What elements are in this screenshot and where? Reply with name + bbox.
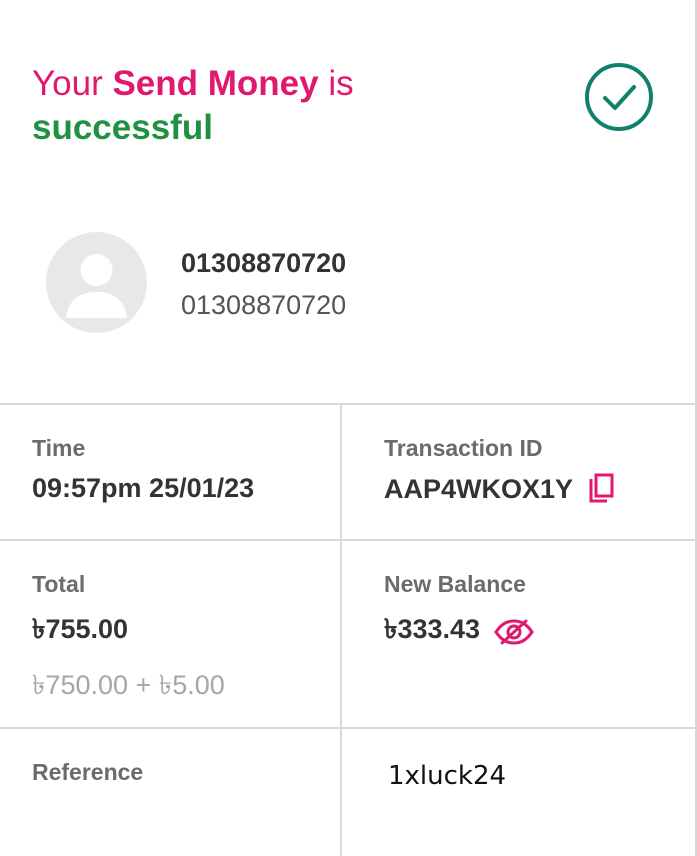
total-value-text: ৳755.00: [32, 614, 129, 644]
headline-prefix: Your: [32, 64, 113, 103]
reference-value-cell: 1xluck24: [342, 729, 695, 856]
send-money-receipt: Your Send Money is successful 0130887072…: [0, 0, 697, 856]
headline-status: successful: [32, 108, 213, 147]
reference-label: Reference: [32, 759, 144, 785]
transaction-id-text: AAP4WKOX1Y: [384, 473, 574, 504]
transaction-id-value: AAP4WKOX1Y: [384, 473, 615, 505]
recipient-name: 01308870720: [181, 248, 347, 278]
new-balance-label: New Balance: [384, 571, 526, 597]
reference-cell: Reference: [0, 729, 342, 856]
time-value-text: 09:57pm 25/01/23: [32, 473, 255, 503]
check-circle-icon: [585, 63, 653, 131]
new-balance-text: ৳333.43: [384, 614, 481, 644]
total-label: Total: [32, 571, 86, 597]
details-row: Time 09:57pm 25/01/23 Transaction ID AAP…: [0, 405, 695, 541]
details-row: Total ৳755.00 ৳750.00 + ৳5.00 New Balanc…: [0, 541, 695, 729]
recipient-number: 01308870720: [181, 290, 347, 320]
total-value: ৳755.00: [32, 609, 128, 654]
transaction-id-cell: Transaction ID AAP4WKOX1Y: [342, 405, 695, 539]
headline-suffix: is: [318, 64, 354, 103]
new-balance-value: ৳333.43: [384, 609, 534, 654]
copy-icon[interactable]: [587, 473, 615, 505]
success-headline: Your Send Money is successful: [32, 62, 354, 150]
transaction-id-label: Transaction ID: [384, 435, 543, 461]
time-label: Time: [32, 435, 86, 461]
eye-off-icon[interactable]: [494, 618, 534, 646]
total-cell: Total ৳755.00 ৳750.00 + ৳5.00: [0, 541, 342, 727]
details-row: Reference 1xluck24: [0, 729, 695, 856]
reference-value: 1xluck24: [388, 761, 507, 791]
person-icon: [66, 254, 127, 318]
total-breakdown: ৳750.00 + ৳5.00: [32, 670, 225, 700]
time-value: 09:57pm 25/01/23: [32, 473, 254, 504]
transaction-details: Time 09:57pm 25/01/23 Transaction ID AAP…: [0, 403, 695, 856]
headline-service: Send Money: [112, 64, 319, 103]
new-balance-cell: New Balance ৳333.43: [342, 541, 695, 727]
avatar: [46, 232, 147, 333]
time-cell: Time 09:57pm 25/01/23: [0, 405, 342, 539]
